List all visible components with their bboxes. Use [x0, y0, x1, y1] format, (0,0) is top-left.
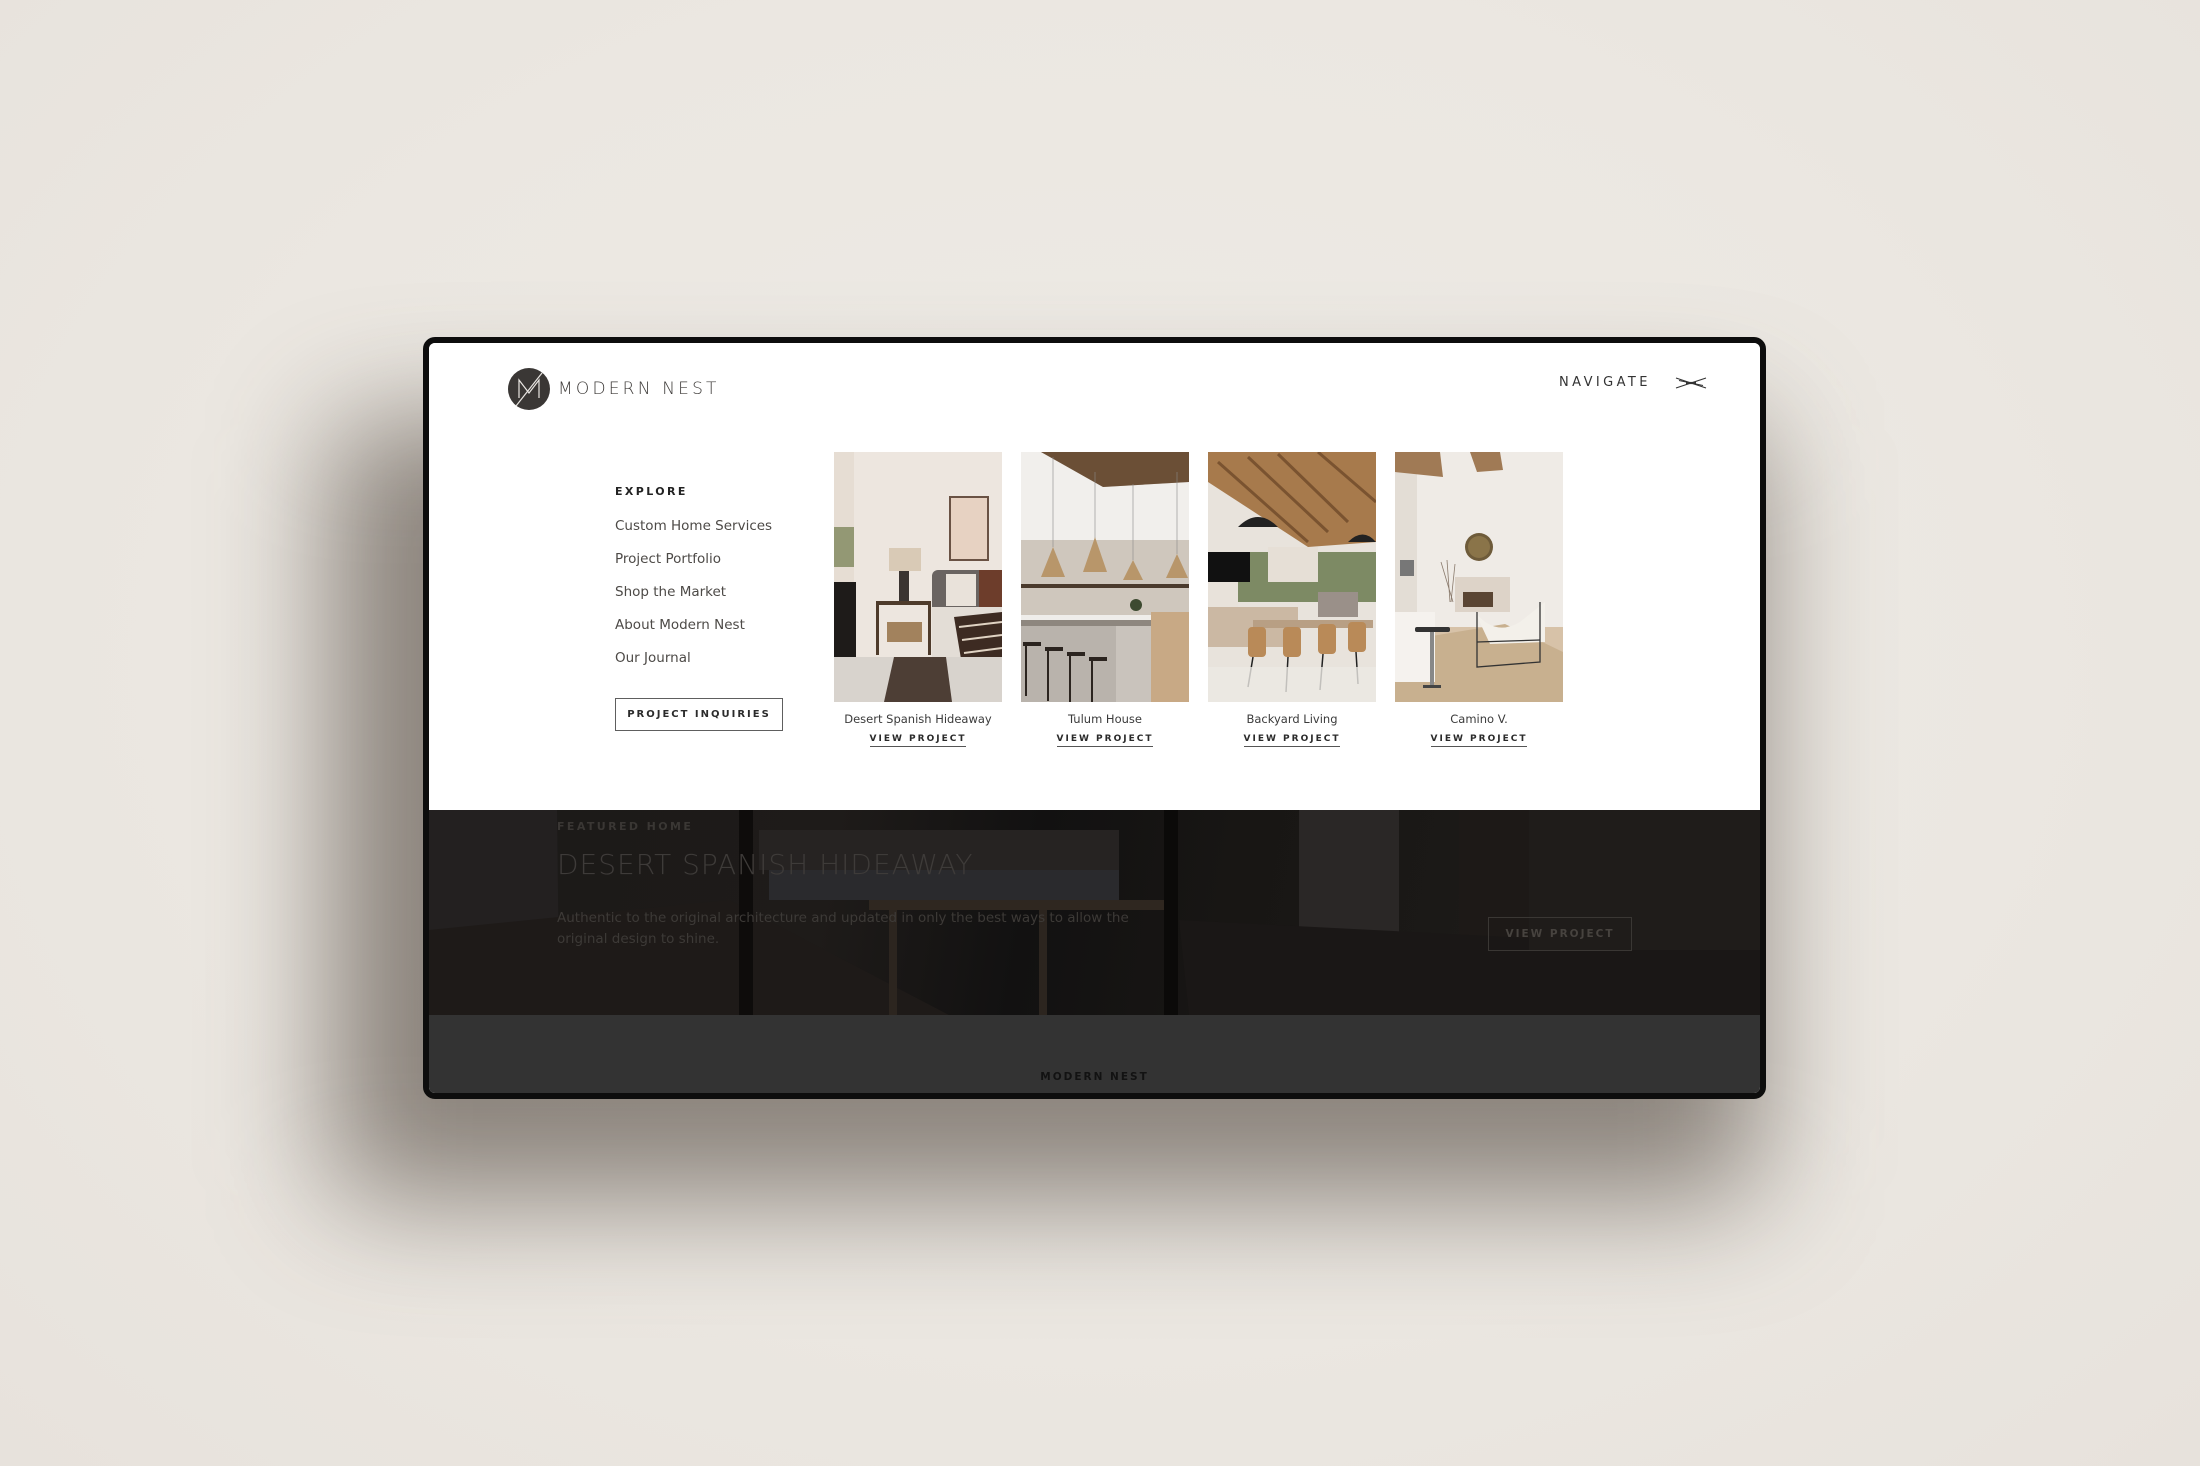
project-card: Desert Spanish Hideaway VIEW PROJECT — [834, 452, 1002, 747]
menu-item-project-portfolio[interactable]: Project Portfolio — [615, 551, 772, 584]
menu-item-shop-the-market[interactable]: Shop the Market — [615, 584, 772, 617]
project-photo-kitchen[interactable] — [1021, 452, 1189, 702]
explore-menu: EXPLORE Custom Home Services Project Por… — [615, 485, 772, 683]
brand-logo[interactable]: MODERN NEST — [508, 368, 720, 410]
project-inquiries-button[interactable]: PROJECT INQUIRIES — [615, 698, 783, 731]
project-title: Camino V. — [1450, 712, 1508, 726]
project-photo-living-room[interactable] — [1395, 452, 1563, 702]
device-frame: MODERN NEST NAVIGATE EXPLORE Custom Home… — [423, 337, 1766, 1099]
featured-view-project-button[interactable]: VIEW PROJECT — [1488, 917, 1632, 951]
project-card: Backyard Living VIEW PROJECT — [1208, 452, 1376, 747]
project-title: Desert Spanish Hideaway — [844, 712, 992, 726]
view-project-link[interactable]: VIEW PROJECT — [869, 734, 967, 747]
close-bowtie-icon[interactable] — [1675, 376, 1707, 390]
footer-brand: MODERN NEST — [1040, 1071, 1149, 1083]
project-card: Tulum House VIEW PROJECT — [1021, 452, 1189, 747]
menu-item-about-modern-nest[interactable]: About Modern Nest — [615, 617, 772, 650]
explore-links: Custom Home Services Project Portfolio S… — [615, 518, 772, 683]
view-project-link[interactable]: VIEW PROJECT — [1056, 734, 1154, 747]
project-photo-backyard[interactable] — [1208, 452, 1376, 702]
navigate-label: NAVIGATE — [1559, 375, 1651, 390]
site-footer: MODERN NEST — [429, 1015, 1760, 1093]
brand-name: MODERN NEST — [558, 379, 720, 399]
featured-description: Authentic to the original architecture a… — [557, 910, 1129, 947]
navigate-toggle[interactable]: NAVIGATE — [1559, 375, 1707, 390]
explore-heading: EXPLORE — [615, 485, 688, 498]
project-title: Tulum House — [1068, 712, 1142, 726]
project-title: Backyard Living — [1246, 712, 1338, 726]
featured-home-section: FEATURED HOME DESERT SPANISH HIDEAWAY Au… — [429, 810, 1760, 1015]
featured-title: DESERT SPANISH HIDEAWAY — [557, 848, 974, 881]
project-photo-bedroom[interactable] — [834, 452, 1002, 702]
navigation-overlay: MODERN NEST NAVIGATE EXPLORE Custom Home… — [429, 343, 1760, 810]
website-screen: MODERN NEST NAVIGATE EXPLORE Custom Home… — [429, 343, 1760, 1093]
project-card: Camino V. VIEW PROJECT — [1395, 452, 1563, 747]
view-project-link[interactable]: VIEW PROJECT — [1430, 734, 1528, 747]
menu-item-custom-home-services[interactable]: Custom Home Services — [615, 518, 772, 551]
monogram-m-icon — [508, 368, 550, 410]
menu-item-our-journal[interactable]: Our Journal — [615, 650, 772, 683]
featured-label: FEATURED HOME — [557, 820, 694, 833]
view-project-link[interactable]: VIEW PROJECT — [1243, 734, 1341, 747]
project-gallery: Desert Spanish Hideaway VIEW PROJECT Tul… — [834, 452, 1563, 747]
